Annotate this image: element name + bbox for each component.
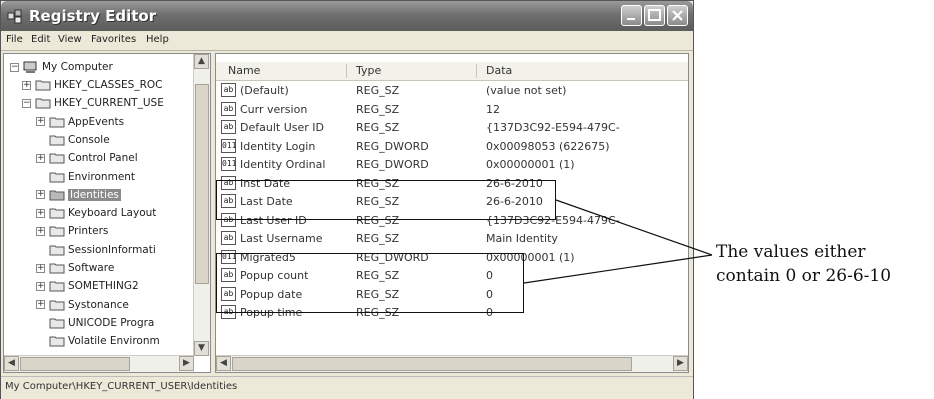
annotation-line-2: contain 0 or 26-6-10 [716, 266, 892, 286]
callout-line-bottom [523, 254, 713, 284]
callout-line-top [555, 199, 713, 256]
annotation-line-1: The values either [716, 242, 866, 262]
callout-lines [523, 199, 713, 284]
annotation-text: The values either contain 0 or 26-6-10 [716, 240, 891, 288]
